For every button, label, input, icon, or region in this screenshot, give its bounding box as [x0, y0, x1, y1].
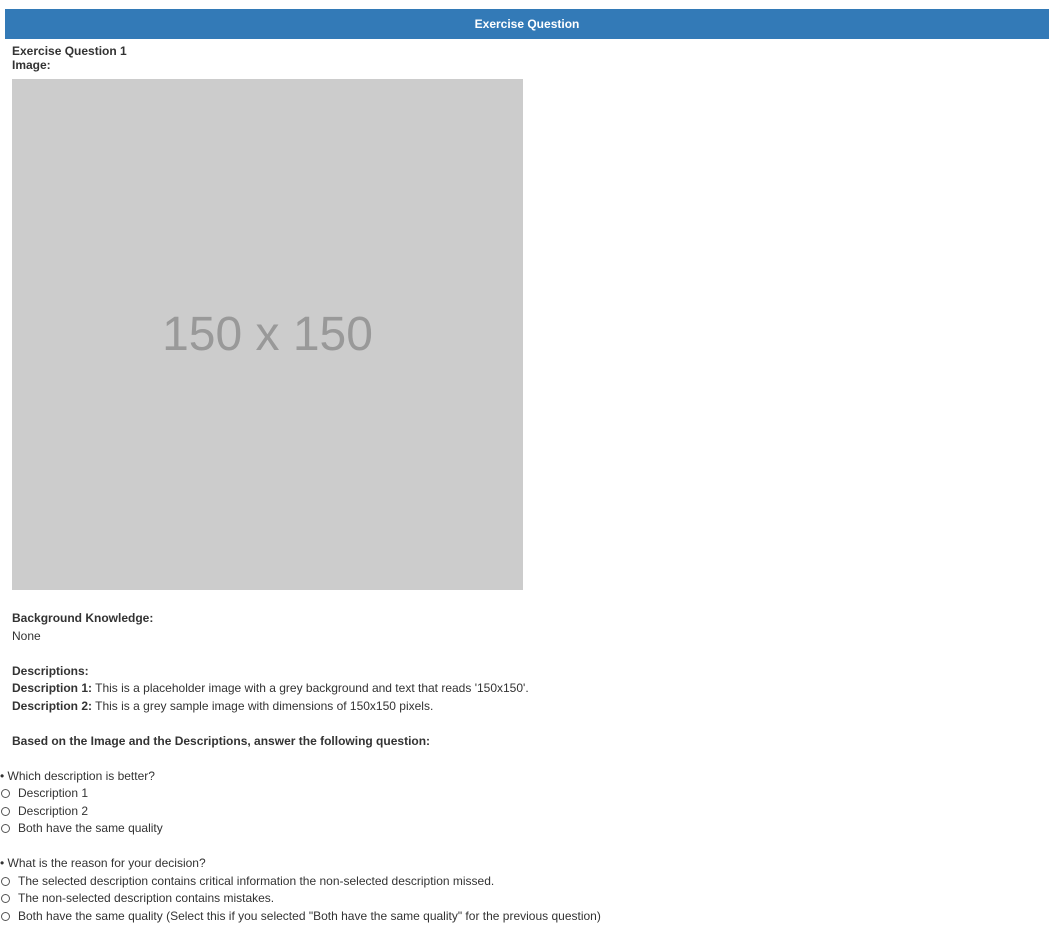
description-2: Description 2: This is a grey sample ima…	[12, 698, 1042, 716]
background-label: Background Knowledge:	[12, 611, 154, 625]
q1-option-2-label: Description 2	[18, 803, 89, 818]
question-content: Exercise Question 1 Image: 150 x 150 Bac…	[0, 44, 1042, 923]
description-1: Description 1: This is a placeholder ima…	[12, 680, 1042, 698]
radio-button[interactable]	[1, 876, 10, 886]
placeholder-image-text: 150 x 150	[162, 308, 373, 361]
description-2-label: Description 2:	[12, 698, 93, 713]
question-2-prompt: • What is the reason for your decision?	[0, 856, 206, 870]
description-1-label: Description 1:	[12, 681, 93, 695]
page-header: Exercise Question	[5, 9, 1049, 39]
q2-option-3[interactable]: Both have the same quality (Select this …	[0, 908, 1042, 926]
q1-option-3[interactable]: Both have the same quality	[0, 820, 1042, 838]
q2-option-2-label: The non-selected description contains mi…	[18, 891, 275, 905]
q2-option-3-label: Both have the same quality (Select this …	[18, 908, 601, 923]
radio-button[interactable]	[1, 824, 10, 834]
radio-button[interactable]	[1, 806, 10, 816]
q1-option-1[interactable]: Description 1	[0, 785, 1042, 803]
question-1-prompt: • Which description is better?	[0, 768, 155, 783]
image-label: Image:	[12, 58, 51, 72]
background-value: None	[12, 628, 41, 643]
radio-button[interactable]	[1, 894, 10, 904]
description-1-text: This is a placeholder image with a grey …	[95, 681, 529, 695]
radio-button[interactable]	[1, 789, 10, 799]
question-title: Exercise Question 1	[12, 44, 127, 58]
q1-option-3-label: Both have the same quality	[18, 821, 163, 835]
q2-option-1-label: The selected description contains critic…	[18, 873, 495, 888]
question-details: Background Knowledge: None Descriptions:…	[0, 610, 1042, 925]
q2-option-2[interactable]: The non-selected description contains mi…	[0, 890, 1042, 908]
description-2-text: This is a grey sample image with dimensi…	[95, 698, 434, 713]
instruction-text: Based on the Image and the Descriptions,…	[12, 733, 431, 748]
placeholder-image: 150 x 150	[12, 79, 523, 590]
q2-option-1[interactable]: The selected description contains critic…	[0, 873, 1042, 891]
descriptions-label: Descriptions:	[12, 663, 89, 678]
radio-button[interactable]	[1, 911, 10, 921]
q1-option-2[interactable]: Description 2	[0, 803, 1042, 821]
q1-option-1-label: Description 1	[18, 786, 89, 800]
header-title: Exercise Question	[474, 17, 580, 31]
